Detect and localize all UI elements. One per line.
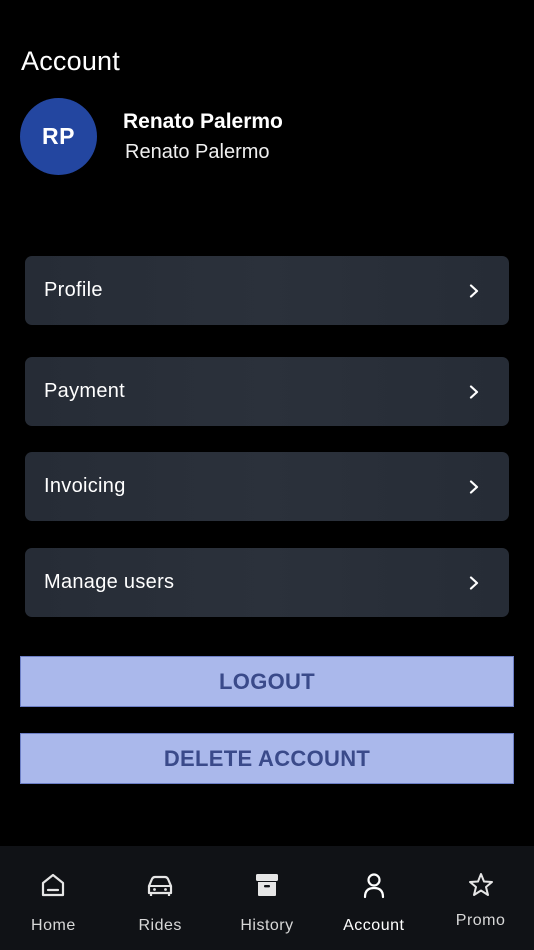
avatar-initials: RP	[42, 123, 75, 149]
car-icon	[148, 875, 173, 896]
user-name: Renato Palermo	[123, 110, 283, 133]
tab-promo[interactable]: Promo	[427, 846, 534, 950]
tab-home[interactable]: Home	[0, 846, 107, 950]
chevron-right-icon	[469, 283, 479, 298]
menu-item-payment[interactable]: Payment	[25, 357, 509, 426]
chevron-right-icon	[469, 384, 479, 399]
home-icon	[42, 873, 65, 897]
user-icon	[363, 873, 384, 899]
menu-item-profile[interactable]: Profile	[25, 256, 509, 325]
delete-account-button[interactable]: DELETE ACCOUNT	[20, 733, 514, 784]
tab-label: History	[240, 917, 294, 934]
avatar: RP	[20, 98, 97, 175]
chevron-right-icon	[469, 575, 479, 590]
star-icon	[468, 873, 493, 896]
tab-label: Account	[343, 917, 405, 934]
user-subtitle: Renato Palermo	[125, 141, 270, 163]
menu-item-manage-users[interactable]: Manage users	[25, 548, 509, 617]
tab-label: Rides	[138, 917, 182, 934]
menu-item-invoicing[interactable]: Invoicing	[25, 452, 509, 521]
tab-rides[interactable]: Rides	[107, 846, 214, 950]
tab-account[interactable]: Account	[320, 846, 427, 950]
page-title: Account	[21, 46, 120, 76]
menu-item-label: Manage users	[44, 571, 175, 593]
tab-label: Promo	[455, 912, 506, 929]
chevron-right-icon	[469, 479, 479, 494]
tab-label: Home	[31, 917, 76, 934]
menu-item-label: Invoicing	[44, 475, 126, 497]
archive-icon	[255, 874, 278, 896]
logout-button[interactable]: LOGOUT	[20, 656, 514, 707]
tab-history[interactable]: History	[214, 846, 321, 950]
menu-item-label: Payment	[44, 380, 126, 402]
menu-item-label: Profile	[44, 279, 103, 301]
bottom-tab-bar: Home Rides History Account Promo	[0, 846, 534, 950]
